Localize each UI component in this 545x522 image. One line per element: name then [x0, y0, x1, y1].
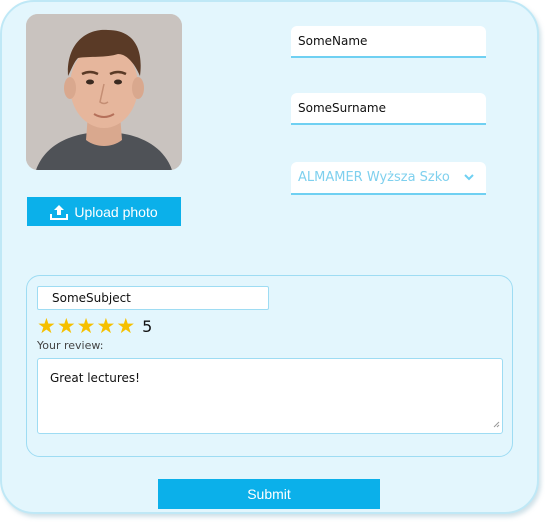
surname-input[interactable]: SomeSurname: [291, 93, 486, 125]
review-panel: SomeSubject ★ ★ ★ ★ ★ 5 Your review: Gre…: [26, 275, 513, 457]
star-icon[interactable]: ★: [96, 316, 115, 337]
upload-photo-label: Upload photo: [74, 203, 158, 220]
submit-label: Submit: [247, 486, 291, 502]
upload-photo-button[interactable]: Upload photo: [27, 197, 181, 226]
profile-photo: [26, 14, 182, 170]
star-icon[interactable]: ★: [37, 316, 56, 337]
university-select-value: ALMAMER Wyższa Szko: [298, 170, 450, 185]
name-input-value: SomeName: [298, 34, 368, 48]
rating-value: 5: [142, 317, 153, 336]
profile-review-card: Upload photo SomeName SomeSurname ALMAME…: [0, 0, 539, 514]
star-rating[interactable]: ★ ★ ★ ★ ★ 5: [37, 316, 152, 337]
chevron-down-icon: [464, 174, 474, 181]
name-input[interactable]: SomeName: [291, 26, 486, 58]
review-textarea[interactable]: Great lectures!: [37, 358, 503, 434]
portrait-image: [26, 14, 182, 170]
university-select[interactable]: ALMAMER Wyższa Szko: [291, 162, 486, 195]
star-icon[interactable]: ★: [77, 316, 96, 337]
review-label: Your review:: [37, 339, 104, 352]
resize-handle-icon[interactable]: [493, 417, 500, 431]
surname-input-value: SomeSurname: [298, 101, 387, 115]
subject-input[interactable]: SomeSubject: [37, 286, 269, 310]
submit-button[interactable]: Submit: [158, 479, 380, 509]
subject-input-value: SomeSubject: [52, 291, 131, 305]
star-icon[interactable]: ★: [57, 316, 76, 337]
star-icon[interactable]: ★: [116, 316, 135, 337]
review-textarea-value: Great lectures!: [50, 371, 140, 385]
upload-icon: [50, 204, 69, 220]
